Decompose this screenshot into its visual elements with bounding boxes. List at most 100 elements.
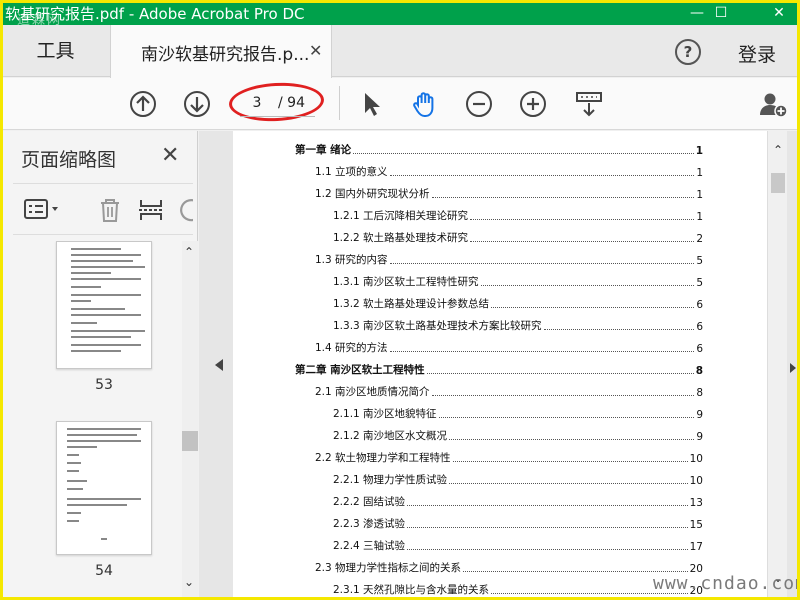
maximize-button[interactable]: ☐ (701, 3, 741, 25)
toc-entry-page: 13 (689, 497, 703, 509)
toc-entry-title: 2.2.4 三轴试验 (333, 540, 406, 552)
toc-entry[interactable]: 1.3.3 南沙区软土路基处理技术方案比较研究 6 (333, 313, 703, 333)
toc-entry-page: 8 (695, 365, 703, 377)
toc-leader (407, 527, 688, 528)
toc-entry[interactable]: 2.2 软土物理力学和工程特性 10 (315, 445, 703, 465)
delete-page-icon[interactable] (96, 196, 124, 224)
collapse-panel-icon[interactable] (215, 359, 223, 371)
toc-leader (491, 307, 695, 308)
toc-leader (470, 219, 695, 220)
toc-entry[interactable]: 1.2.1 工后沉降相关理论研究 1 (333, 203, 703, 223)
tab-tools[interactable]: 工具 (3, 25, 108, 77)
toc-entry[interactable]: 1.2 国内外研究现状分析 1 (315, 181, 703, 201)
select-arrow-icon[interactable] (356, 89, 386, 119)
toc-entry-title: 1.3.2 软土路基处理设计参数总结 (333, 298, 490, 310)
zoom-out-icon[interactable] (464, 89, 494, 119)
page-number-input[interactable] (245, 93, 269, 113)
thumbnail-scrollbar[interactable]: ⌃ ⌄ (182, 241, 198, 597)
toc-entry[interactable]: 2.2.2 固结试验 13 (333, 489, 703, 509)
toc-entry-title: 第二章 南沙区软土工程特性 (295, 364, 425, 376)
thumbnail-options-icon[interactable] (23, 196, 58, 224)
marquee-zoom-icon[interactable] (574, 89, 604, 119)
toc-entry[interactable]: 2.1 南沙区地质情况简介 8 (315, 379, 703, 399)
app-window: 软基研究报告.pdf - Adobe Acrobat Pro DC 道森网 — … (0, 0, 800, 600)
toc-leader (431, 395, 695, 396)
toc-leader (470, 241, 695, 242)
toc-leader (389, 175, 695, 176)
toc-entry-page: 6 (696, 343, 703, 355)
page-navigator: / 94 (240, 89, 315, 117)
toc-entry-title: 1.3.1 南沙区软土工程特性研究 (333, 276, 479, 288)
tab-bar: 工具 南沙软基研究报告.p... ✕ ? 登录 (3, 25, 797, 78)
toc-entry-page: 5 (696, 255, 703, 267)
chevron-up-icon[interactable]: ⌃ (773, 143, 783, 157)
toc-leader (353, 153, 694, 154)
toc-entry[interactable]: 1.1 立项的意义 1 (315, 159, 703, 179)
toc-entry-title: 2.2 软土物理力学和工程特性 (315, 452, 451, 464)
toc-leader (389, 263, 695, 264)
login-button[interactable]: 登录 (738, 40, 776, 67)
toc-leader (543, 329, 695, 330)
toc-entry-title: 1.1 立项的意义 (315, 166, 388, 178)
toc-entry[interactable]: 2.1.2 南沙地区水文概况 9 (333, 423, 703, 443)
toc-entry[interactable]: 1.3 研究的内容 5 (315, 247, 703, 267)
thumbnail-page-54[interactable] (56, 421, 152, 555)
toc-entry-page: 1 (695, 145, 703, 157)
toc-entry[interactable]: 2.2.4 三轴试验 17 (333, 533, 703, 553)
site-watermark: www.cndao.com (653, 573, 800, 594)
title-bar: 软基研究报告.pdf - Adobe Acrobat Pro DC 道森网 — … (3, 3, 797, 28)
rotate-page-icon[interactable] (177, 196, 193, 224)
right-pane-gutter (787, 131, 797, 597)
add-user-icon[interactable] (758, 89, 788, 119)
close-tab-button[interactable]: ✕ (309, 41, 322, 60)
toc-leader (431, 197, 695, 198)
toc-entry-title: 第一章 绪论 (295, 144, 352, 156)
chevron-up-icon[interactable]: ⌃ (184, 245, 194, 259)
toc-entry-page: 10 (689, 453, 703, 465)
toc-entry-title: 2.2.2 固结试验 (333, 496, 406, 508)
toc-entry[interactable]: 2.2.1 物理力学性质试验 10 (333, 467, 703, 487)
expand-right-pane-icon[interactable] (790, 363, 796, 373)
page-down-icon[interactable] (182, 89, 212, 119)
thumbnail-page-number: 54 (95, 563, 113, 579)
scrollbar-thumb[interactable] (771, 173, 785, 193)
chevron-down-icon[interactable]: ⌄ (184, 575, 194, 589)
toc-entry-title: 1.2 国内外研究现状分析 (315, 188, 430, 200)
toc-leader (407, 549, 688, 550)
hand-tool-icon[interactable] (410, 89, 440, 119)
toc-entry-title: 1.2.2 软土路基处理技术研究 (333, 232, 469, 244)
toc-entry-title: 2.2.1 物理力学性质试验 (333, 474, 448, 486)
toc-leader (449, 439, 695, 440)
scrollbar-thumb[interactable] (182, 431, 198, 451)
toc-entry[interactable]: 1.4 研究的方法 6 (315, 335, 703, 355)
thumbnail-page-53[interactable] (56, 241, 152, 369)
toc-leader (389, 351, 695, 352)
toc-entry-page: 5 (696, 277, 703, 289)
toc-leader (452, 461, 688, 462)
toc-entry-title: 2.1.2 南沙地区水文概况 (333, 430, 448, 442)
toc-entry[interactable]: 2.3 物理力学性指标之间的关系 20 (315, 555, 703, 575)
toc-entry[interactable]: 第二章 南沙区软土工程特性 8 (295, 357, 703, 377)
document-view[interactable]: 第一章 绪论 1 1.1 立项的意义 1 1.2 国内外研究现状分析 1 1.2.1 工后沉… (233, 131, 767, 597)
panel-close-button[interactable]: ✕ (161, 143, 179, 168)
toc-entry[interactable]: 2.2.3 渗透试验 15 (333, 511, 703, 531)
toc-entry[interactable]: 2.3.1 天然孔隙比与含水量的关系 20 (333, 577, 703, 597)
help-button[interactable]: ? (675, 39, 701, 65)
toc-entry-page: 1 (696, 167, 703, 179)
toc-entry[interactable]: 1.3.1 南沙区软土工程特性研究 5 (333, 269, 703, 289)
close-window-button[interactable]: ✕ (759, 3, 797, 25)
toc-entry[interactable]: 1.2.2 软土路基处理技术研究 2 (333, 225, 703, 245)
tab-document[interactable]: 南沙软基研究报告.p... ✕ (110, 25, 332, 78)
toc-entry[interactable]: 1.3.2 软土路基处理设计参数总结 6 (333, 291, 703, 311)
toc-entry[interactable]: 第一章 绪论 1 (295, 137, 703, 157)
page-up-icon[interactable] (128, 89, 158, 119)
zoom-in-icon[interactable] (518, 89, 548, 119)
insert-page-icon[interactable] (137, 196, 165, 224)
toc-entry-page: 8 (696, 387, 703, 399)
toc-entry-title: 2.2.3 渗透试验 (333, 518, 406, 530)
document-scrollbar[interactable]: ⌃ ⌄ (767, 131, 787, 597)
toc-leader (426, 373, 694, 374)
panel-toolbar (13, 183, 193, 235)
toc-entry-page: 15 (689, 519, 703, 531)
toc-entry[interactable]: 2.1.1 南沙区地貌特征 9 (333, 401, 703, 421)
